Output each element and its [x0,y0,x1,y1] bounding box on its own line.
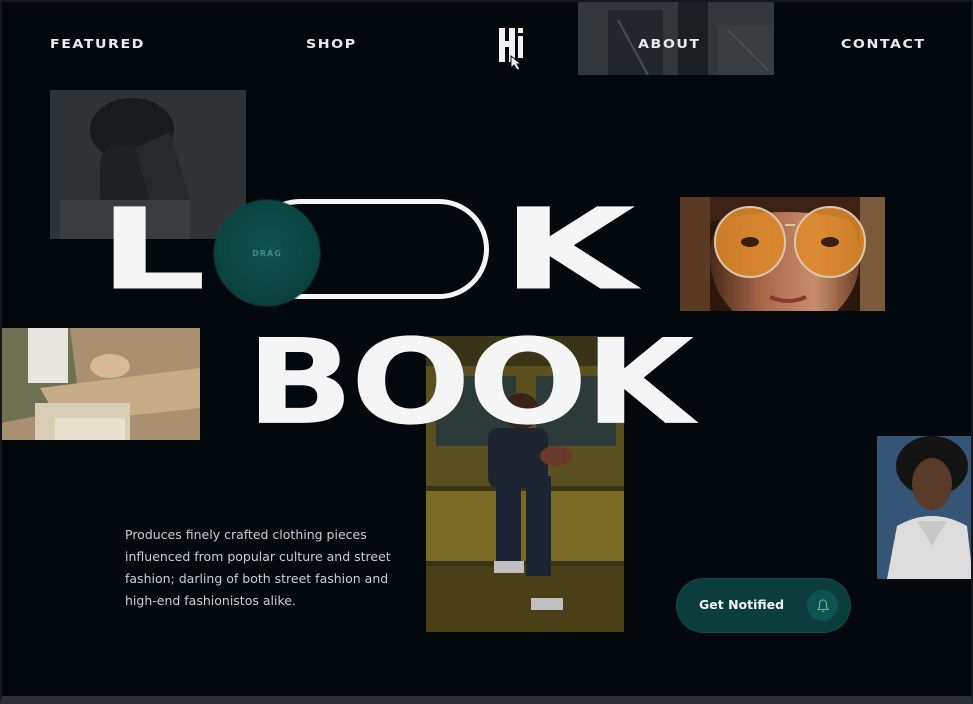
hand-cursor-icon [499,28,523,71]
brand-description: Produces finely crafted clothing pieces … [125,526,391,608]
lookbook-page: FEATURED SHOP ABOUT CONTACT L DRAG K BOO… [0,0,973,704]
headline-letter-l: L [98,183,207,316]
photo-yellow-glasses [680,197,885,311]
headline-letter-k: K [501,183,637,316]
nav-about[interactable]: ABOUT [638,37,701,51]
drag-label: DRAG [252,248,282,258]
nav-featured[interactable]: FEATURED [50,37,145,51]
headline-book: BOOK [246,313,694,451]
photo-afro-portrait [877,436,973,579]
bell-icon [807,590,838,621]
nav-contact[interactable]: CONTACT [841,37,926,51]
drag-handle[interactable]: DRAG [214,200,320,306]
brand-logo[interactable] [496,26,528,72]
photo-seated-person [0,328,200,440]
get-notified-label: Get Notified [699,597,785,612]
nav-shop[interactable]: SHOP [306,37,357,51]
get-notified-button[interactable]: Get Notified [677,579,850,632]
